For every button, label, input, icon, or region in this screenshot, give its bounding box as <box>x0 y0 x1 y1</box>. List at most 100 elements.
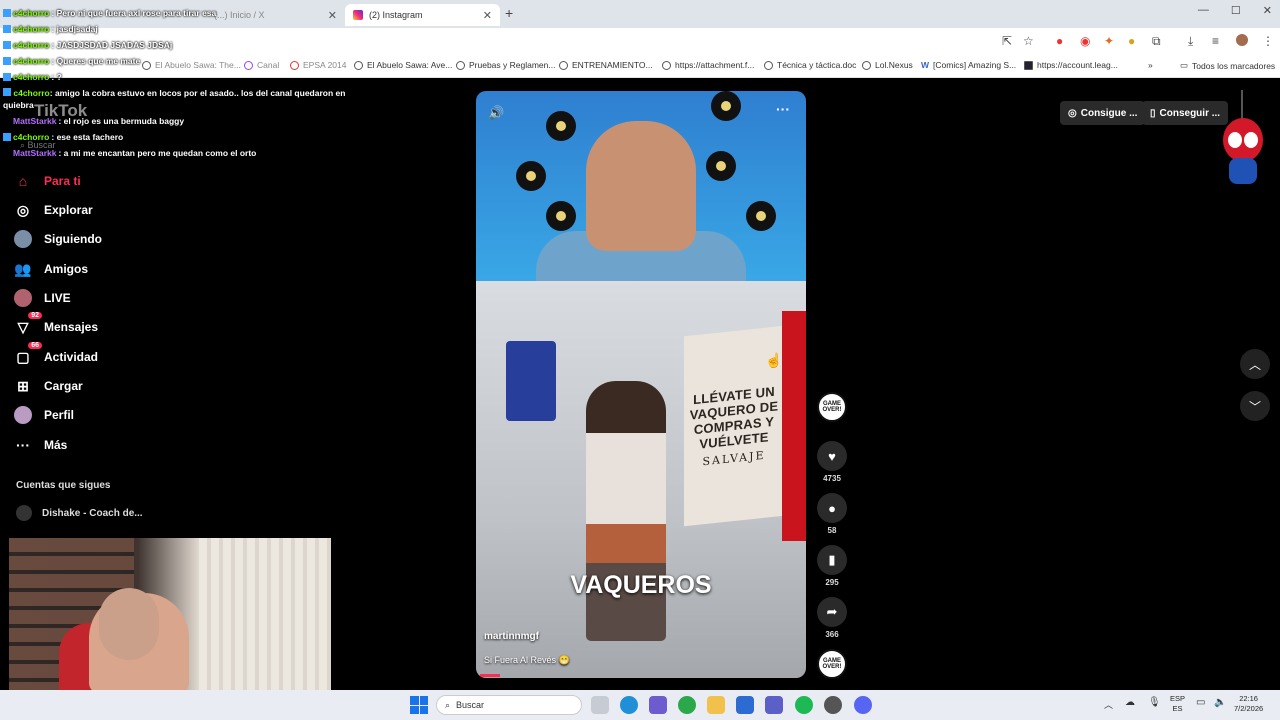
kebab-menu-icon[interactable]: ⋮ <box>1262 34 1274 48</box>
bookmark[interactable]: W [Comics] Amazing S... <box>921 60 1016 70</box>
bookmark[interactable]: EPSA 2014 <box>290 60 346 70</box>
obs-icon[interactable] <box>824 696 842 714</box>
tray-overflow-icon[interactable]: ︿ <box>1104 698 1113 711</box>
maximize-icon[interactable]: ☐ <box>1231 4 1241 17</box>
twitch-icon <box>244 60 253 70</box>
nav-item-para-ti[interactable]: ⌂ Para ti <box>14 172 81 190</box>
video-caption: VAQUEROS <box>570 571 712 599</box>
mic-icon[interactable]: 🎙 <box>1148 697 1161 708</box>
task-view-icon[interactable] <box>591 696 609 714</box>
nav-item-explorar[interactable]: ◎ Explorar <box>14 201 93 219</box>
bookmark[interactable]: El Abuelo Sawa: The... <box>142 60 241 70</box>
app-icon[interactable] <box>649 696 667 714</box>
like-action[interactable]: ♥ 4735 <box>817 441 847 483</box>
extension-icon[interactable]: ● <box>1056 34 1063 48</box>
spiderman-sticker <box>1223 90 1263 184</box>
spotify-icon[interactable] <box>795 696 813 714</box>
share-icon[interactable]: ➦ <box>817 597 847 627</box>
chat-text: : Queres que me mate <box>51 56 141 66</box>
volume-icon[interactable]: 🔊 <box>488 105 504 121</box>
menu-list-icon[interactable]: ≡ <box>1212 34 1219 48</box>
bookmark-icon[interactable]: ▮ <box>817 545 847 575</box>
close-window-icon[interactable]: ✕ <box>1263 4 1272 17</box>
chat-text: : amigo la cobra estuvo en locos por el … <box>3 88 346 110</box>
mail-icon[interactable] <box>736 696 754 714</box>
bookmark[interactable]: Técnica y táctica.doc <box>764 60 856 70</box>
teams-icon[interactable] <box>765 696 783 714</box>
creator-avatar[interactable]: GAME OVER! <box>817 392 847 422</box>
chat-text: : Pero ni que fuera axl rose para tirar … <box>51 8 217 18</box>
nav-item-cargar[interactable]: ⊞ Cargar <box>14 377 83 395</box>
nav-item-mensajes[interactable]: ▽ 92 Mensajes <box>14 312 98 336</box>
chat-message: c4chorro: amigo la cobra estuvo en locos… <box>3 87 348 111</box>
save-action[interactable]: ▮ 295 <box>817 545 847 587</box>
extension-icon[interactable]: ● <box>1128 34 1135 48</box>
previous-video-button[interactable]: ︿ <box>1240 349 1270 379</box>
volume-icon[interactable]: 🔈 <box>1214 697 1226 708</box>
file-explorer-icon[interactable] <box>707 696 725 714</box>
video-bottom-panel: LLÉVATE UN VAQUERO DE COMPRAS Y VUÉLVETE… <box>476 281 806 678</box>
bookmark[interactable]: https://attachment.f... <box>662 60 754 70</box>
following-header: Cuentas que sigues <box>16 480 111 491</box>
close-icon[interactable]: ✕ <box>483 9 492 22</box>
all-bookmarks[interactable]: ▭ Todos los marcadores <box>1180 60 1275 71</box>
extension-icon[interactable]: ◉ <box>1080 34 1090 48</box>
minimize-icon[interactable]: — <box>1198 4 1209 17</box>
nav-item-mas[interactable]: ··· Más <box>14 436 67 454</box>
heart-icon[interactable]: ♥ <box>817 441 847 471</box>
nav-label: Cargar <box>44 379 83 393</box>
get-coins-button[interactable]: ◎ Consigue ... <box>1060 101 1146 125</box>
language-indicator[interactable]: ESP ES <box>1170 694 1185 714</box>
bookmark[interactable]: Pruebas y Reglamen... <box>456 60 555 70</box>
bookmark[interactable]: ENTRENAMIENTO... <box>559 60 653 70</box>
date: 7/2/2026 <box>1234 704 1264 713</box>
bookmarks-overflow-icon[interactable]: » <box>1148 60 1153 70</box>
vinyl-record <box>706 151 736 181</box>
video-player[interactable]: LLÉVATE UN VAQUERO DE COMPRAS Y VUÉLVETE… <box>476 91 806 678</box>
cloud-icon[interactable]: ☁ <box>1125 697 1135 708</box>
video-username[interactable]: martinnmgf <box>484 631 539 642</box>
time: 22:16 <box>1239 694 1258 703</box>
vinyl-record <box>711 91 741 121</box>
search-icon: ⌕ <box>445 699 451 710</box>
nav-item-siguiendo[interactable]: Siguiendo <box>14 230 102 248</box>
next-video-button[interactable]: ﹀ <box>1240 391 1270 421</box>
close-icon[interactable]: ✕ <box>328 9 337 22</box>
bookmark[interactable]: Canal <box>244 60 279 70</box>
compass-icon: ◎ <box>16 201 30 218</box>
chat-badge-icon <box>3 88 11 96</box>
windows-start-icon[interactable] <box>410 696 428 714</box>
comment-icon[interactable]: ● <box>817 493 847 523</box>
nav-item-live[interactable]: LIVE <box>14 289 71 307</box>
extension-icon[interactable]: ✦ <box>1104 34 1114 48</box>
clock[interactable]: 22:16 7/2/2026 <box>1234 694 1263 714</box>
edge-icon[interactable] <box>620 696 638 714</box>
coin-icon: ◎ <box>1068 107 1077 119</box>
install-app-icon[interactable]: ⇱ <box>1002 34 1012 48</box>
bookmark[interactable]: Lol.Nexus <box>862 60 913 70</box>
nav-item-actividad[interactable]: ▢ 66 Actividad <box>14 342 99 366</box>
comment-action[interactable]: ● 58 <box>817 493 847 535</box>
video-progress[interactable] <box>480 674 500 677</box>
download-icon[interactable]: ⤓ <box>1188 34 1193 49</box>
extensions-puzzle-icon[interactable]: ⧉ <box>1152 34 1161 49</box>
nav-item-amigos[interactable]: 👥 Amigos <box>14 260 88 278</box>
sound-disc[interactable]: GAME OVER! <box>817 649 847 679</box>
nav-label: Actividad <box>44 350 99 364</box>
tab-instagram[interactable]: (2) Instagram ✕ <box>345 4 500 26</box>
star-icon[interactable]: ☆ <box>1023 34 1034 48</box>
chrome-icon[interactable] <box>678 696 696 714</box>
profile-avatar[interactable] <box>1236 34 1248 46</box>
following-account[interactable]: Dishake - Coach de... <box>16 505 143 521</box>
bookmark-icon <box>290 60 299 70</box>
discord-icon[interactable] <box>854 696 872 714</box>
taskbar-search[interactable]: ⌕ Buscar <box>436 695 582 715</box>
more-options-icon[interactable]: ··· <box>776 101 790 117</box>
nav-item-perfil[interactable]: Perfil <box>14 406 74 424</box>
bookmark[interactable]: El Abuelo Sawa: Ave... <box>354 60 452 70</box>
bookmark[interactable]: https://account.leag... <box>1024 60 1118 70</box>
new-tab-button[interactable]: + <box>505 5 513 21</box>
share-action[interactable]: ➦ 366 <box>817 597 847 639</box>
network-icon[interactable]: ▭ <box>1196 697 1205 708</box>
search-placeholder: Buscar <box>456 700 485 710</box>
